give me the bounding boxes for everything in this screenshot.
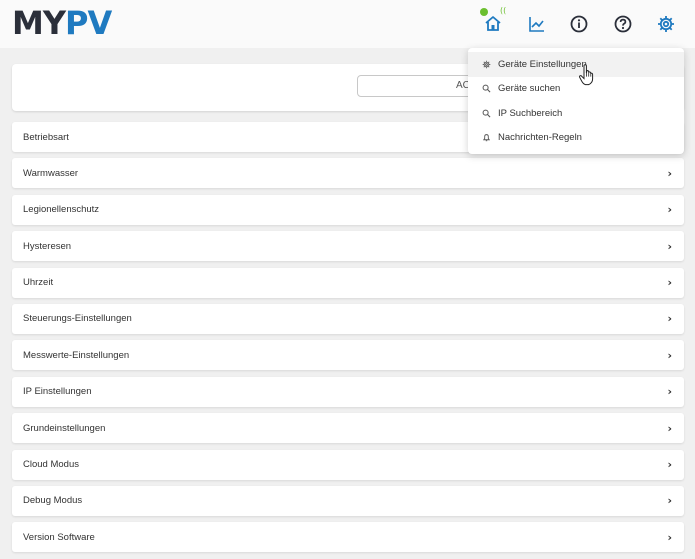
settings-item-messwerte-einstellungen[interactable]: Messwerte-Einstellungen › — [12, 340, 684, 371]
menu-item-geraete-einstellungen[interactable]: Geräte Einstellungen — [468, 52, 684, 77]
help-icon[interactable] — [611, 12, 635, 36]
settings-item-hysteresen[interactable]: Hysteresen › — [12, 231, 684, 262]
info-icon[interactable] — [567, 12, 591, 36]
settings-item-label: Cloud Modus — [23, 459, 79, 471]
app-header: MYPV (( — [0, 0, 695, 48]
chevron-right-icon: › — [667, 385, 672, 399]
menu-item-label: IP Suchbereich — [498, 107, 563, 119]
settings-item-label: IP Einstellungen — [23, 386, 92, 398]
chevron-right-icon: › — [667, 276, 672, 290]
gear-icon — [481, 59, 491, 69]
settings-item-uhrzeit[interactable]: Uhrzeit › — [12, 267, 684, 298]
settings-item-label: Hysteresen — [23, 240, 72, 252]
settings-item-label: Grundeinstellungen — [23, 422, 106, 434]
menu-item-nachrichten-regeln[interactable]: Nachrichten-Regeln — [468, 126, 684, 151]
settings-icon[interactable] — [654, 12, 678, 36]
chevron-right-icon: › — [667, 421, 672, 435]
chevron-right-icon: › — [667, 458, 672, 472]
settings-item-cloud-modus[interactable]: Cloud Modus › — [12, 449, 684, 480]
chevron-right-icon: › — [667, 530, 672, 544]
settings-item-label: Warmwasser — [23, 167, 79, 179]
mypv-logo[interactable]: MYPV — [12, 6, 112, 40]
settings-item-debug-modus[interactable]: Debug Modus › — [12, 485, 684, 516]
settings-item-ip-einstellungen[interactable]: IP Einstellungen › — [12, 376, 684, 407]
settings-item-label: Steuerungs-Einstellungen — [23, 313, 132, 325]
menu-item-label: Geräte Einstellungen — [498, 58, 587, 70]
bell-icon — [481, 133, 491, 143]
menu-item-label: Nachrichten-Regeln — [498, 132, 582, 144]
chart-icon[interactable] — [525, 12, 549, 36]
settings-item-label: Legionellenschutz — [23, 204, 100, 216]
settings-item-version-software[interactable]: Version Software › — [12, 522, 684, 553]
chevron-right-icon: › — [667, 239, 672, 253]
settings-item-legionellenschutz[interactable]: Legionellenschutz › — [12, 194, 684, 225]
settings-dropdown-menu: Geräte Einstellungen Geräte suchen IP Su… — [468, 48, 684, 154]
settings-list: Betriebsart › Warmwasser › Legionellensc… — [12, 122, 684, 559]
menu-item-geraete-suchen[interactable]: Geräte suchen — [468, 77, 684, 102]
settings-item-grundeinstellungen[interactable]: Grundeinstellungen › — [12, 413, 684, 444]
chevron-right-icon: › — [667, 203, 672, 217]
settings-item-label: Debug Modus — [23, 495, 83, 507]
chevron-right-icon: › — [667, 494, 672, 508]
home-icon[interactable] — [481, 12, 505, 36]
menu-item-label: Geräte suchen — [498, 83, 561, 95]
search-icon — [481, 108, 491, 118]
settings-item-label: Version Software — [23, 531, 95, 543]
menu-item-ip-suchbereich[interactable]: IP Suchbereich — [468, 101, 684, 126]
settings-item-label: Betriebsart — [23, 131, 69, 143]
settings-item-steuerungs-einstellungen[interactable]: Steuerungs-Einstellungen › — [12, 303, 684, 334]
hand-cursor-icon — [578, 64, 596, 86]
chevron-right-icon: › — [667, 348, 672, 362]
settings-item-warmwasser[interactable]: Warmwasser › — [12, 158, 684, 189]
chevron-right-icon: › — [667, 312, 672, 326]
search-icon — [481, 84, 491, 94]
settings-item-label: Messwerte-Einstellungen — [23, 349, 130, 361]
settings-item-label: Uhrzeit — [23, 277, 54, 289]
chevron-right-icon: › — [667, 166, 672, 180]
